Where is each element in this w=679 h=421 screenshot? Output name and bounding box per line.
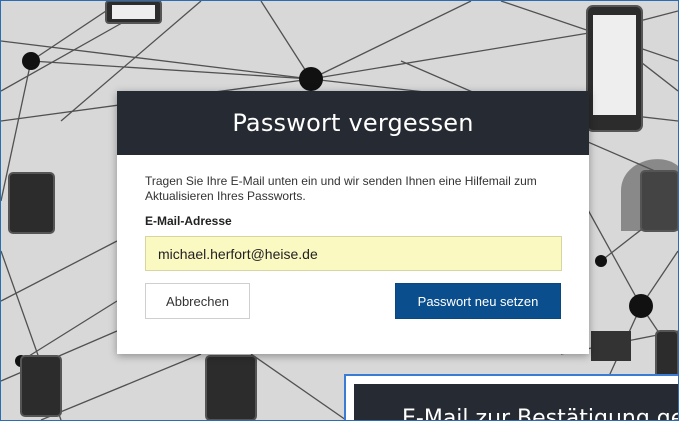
email-input[interactable] bbox=[145, 236, 562, 271]
dialog-actions: Abbrechen Passwort neu setzen bbox=[145, 283, 561, 323]
screenshot-frame: Passwort vergessen Tragen Sie Ihre E-Mai… bbox=[0, 0, 679, 421]
dialog-header: Passwort vergessen bbox=[117, 91, 589, 155]
instructions-text: Tragen Sie Ihre E-Mail unten ein und wir… bbox=[145, 174, 537, 203]
confirmation-dialog-title: E-Mail zur Bestätigung ge bbox=[402, 406, 679, 421]
reset-password-button[interactable]: Passwort neu setzen bbox=[395, 283, 561, 319]
forgot-password-dialog: Passwort vergessen Tragen Sie Ihre E-Mai… bbox=[117, 91, 589, 354]
confirmation-dialog-header: E-Mail zur Bestätigung ge bbox=[354, 384, 679, 421]
cancel-button[interactable]: Abbrechen bbox=[145, 283, 250, 319]
dialog-body: Tragen Sie Ihre E-Mail unten ein und wir… bbox=[117, 155, 589, 323]
email-field-label: E-Mail-Adresse bbox=[145, 214, 232, 228]
confirmation-dialog-partial: E-Mail zur Bestätigung ge bbox=[344, 374, 679, 421]
dialog-title: Passwort vergessen bbox=[232, 109, 474, 137]
